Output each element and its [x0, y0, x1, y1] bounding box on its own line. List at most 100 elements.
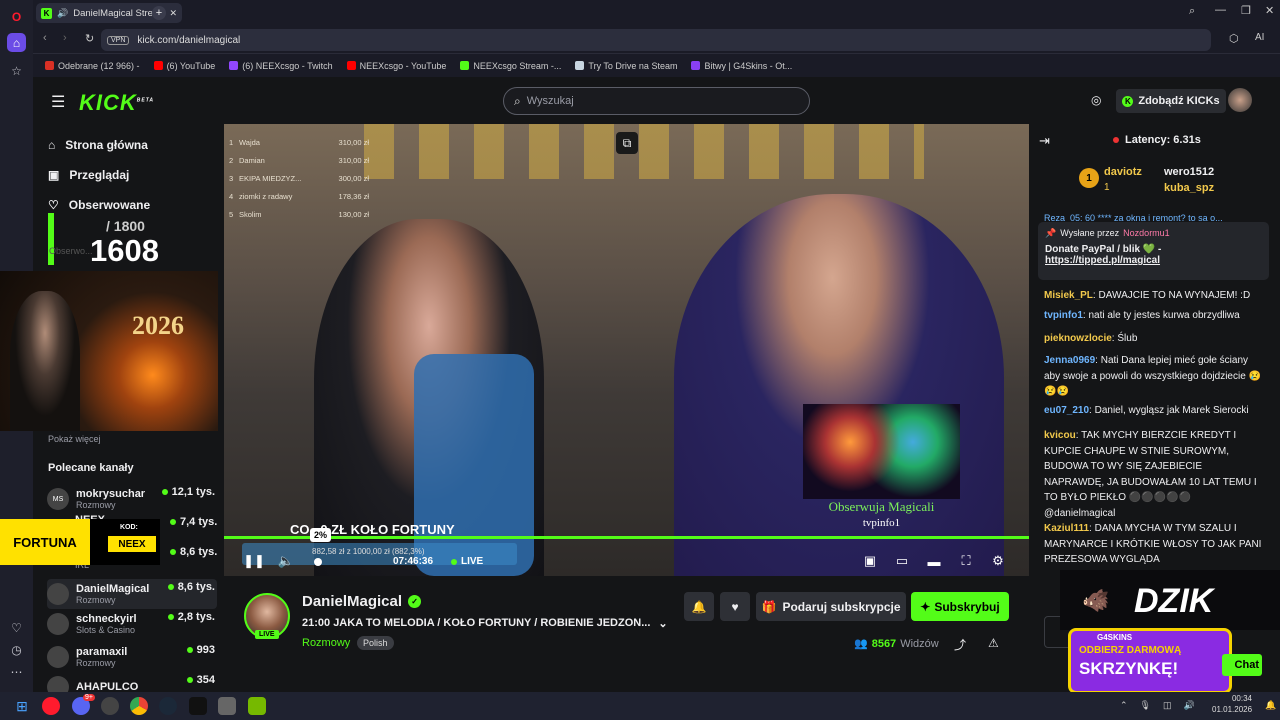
app-taskbar-icon[interactable]	[189, 697, 207, 715]
stream-progress-bar[interactable]	[224, 536, 1029, 539]
activity-icon[interactable]: ◎	[1091, 93, 1101, 107]
top-gifter-1[interactable]: daviotz	[1104, 166, 1142, 178]
theater-icon[interactable]: ▬	[926, 553, 942, 569]
bookmark-item[interactable]: NEEXcsgo - YouTube	[346, 61, 446, 71]
minimize-icon[interactable]: —	[1215, 4, 1226, 16]
channel-item[interactable]: schneckyirl Slots & Casino 2,8 tys.	[47, 609, 217, 639]
user-avatar[interactable]	[1228, 88, 1252, 112]
volume-icon[interactable]: 🔈	[278, 553, 294, 569]
bookmark-item[interactable]: Try To Drive na Steam	[575, 61, 677, 71]
bookmark-item[interactable]: Odebrane (12 966) -	[45, 61, 140, 71]
chat-username[interactable]: tvpinfo1	[1044, 310, 1083, 321]
reload-icon[interactable]: ↻	[85, 32, 94, 45]
share-icon[interactable]: ⤴	[954, 636, 966, 653]
forward-icon[interactable]: ›	[63, 32, 67, 44]
pip-icon[interactable]: ▣	[862, 553, 878, 569]
close-window-icon[interactable]: ✕	[1265, 4, 1274, 17]
top-gifter-3[interactable]: kuba_spz	[1164, 182, 1214, 194]
menu-icon[interactable]: ☰	[51, 92, 65, 112]
report-icon[interactable]: ⚠	[988, 636, 999, 650]
chat-username[interactable]: Jenna0969	[1044, 355, 1095, 366]
chat-send-button[interactable]: Chat	[1222, 654, 1262, 676]
collapse-chat-icon[interactable]: ⇥	[1039, 133, 1050, 149]
video-player[interactable]: 1 Wajda 310,00 zł 2 Damian 310,00 zł 3 EKIPA MI…	[224, 124, 1029, 576]
ai-button[interactable]: AI	[1255, 32, 1264, 43]
channel-name-row[interactable]: DanielMagical ✓	[302, 593, 422, 610]
network-icon: ◫	[1162, 700, 1172, 710]
channel-item[interactable]: paramaxil Rozmowy 993	[47, 642, 217, 672]
cast-icon[interactable]: ▭	[894, 553, 910, 569]
nav-home[interactable]: ⌂ Strona główna	[48, 138, 148, 152]
pinned-message[interactable]: 📌 Wysłane przez Nozdormu1 Donate PayPal / …	[1038, 222, 1269, 280]
bookmark-label: Odebrane (12 966) -	[58, 60, 140, 71]
chrome-taskbar-icon[interactable]	[130, 697, 148, 715]
search-placeholder: Wyszukaj	[526, 95, 574, 107]
pause-icon[interactable]: ❚❚	[243, 553, 265, 569]
windows-start-icon[interactable]: ⊞	[13, 697, 31, 715]
chat-username[interactable]: Kaziul111	[1044, 523, 1089, 534]
extensions-icon[interactable]: ⬡	[1229, 32, 1239, 45]
back-icon[interactable]: ‹	[43, 32, 47, 44]
pinned-link[interactable]: https://tipped.pl/magical	[1045, 255, 1262, 266]
follow-heart-button[interactable]: ♥	[720, 592, 750, 621]
home-workspace-icon[interactable]: ⌂	[7, 33, 26, 52]
search-tabs-icon[interactable]: ⌕	[1189, 5, 1195, 18]
chat-username[interactable]: eu07_210	[1044, 405, 1089, 416]
live-indicator[interactable]: LIVE	[451, 556, 483, 567]
star-icon[interactable]: ☆	[7, 61, 26, 80]
leaderboard-row: 5 Skolim 130,00 zł	[229, 206, 369, 224]
chat-username[interactable]: pieknowzlocie	[1044, 333, 1112, 344]
nav-browse[interactable]: ▣ Przeglądaj	[48, 168, 129, 182]
stream-category[interactable]: Rozmowy	[302, 637, 350, 649]
heart-icon[interactable]: ♡	[7, 618, 26, 637]
show-more-link[interactable]: Pokaż więcej	[48, 434, 101, 444]
fortuna-promo[interactable]: FORTUNA KOD: NEEX	[0, 519, 160, 565]
tray-icons[interactable]: ⌃ 🎙 ◫ 🔊	[1120, 700, 1195, 711]
chat-username[interactable]: kvicou	[1044, 430, 1076, 441]
channel-category: Rozmowy	[76, 595, 116, 605]
top-gifter-2[interactable]: wero1512	[1164, 166, 1214, 178]
notifications-button[interactable]: 🔔	[684, 592, 714, 621]
popout-icon[interactable]: ⧉	[616, 132, 638, 154]
search-input[interactable]: ⌕ Wyszukaj	[503, 87, 810, 115]
kick-logo[interactable]: KICKBETA	[79, 90, 154, 116]
opera-logo-icon[interactable]: O	[7, 7, 26, 26]
history-icon[interactable]: ◷	[7, 640, 26, 659]
chat-username[interactable]: Misiek_PL	[1044, 290, 1093, 301]
close-tab-icon[interactable]: ✕	[169, 8, 177, 19]
opera-taskbar-icon[interactable]	[42, 697, 60, 715]
language-tag[interactable]: Polish	[357, 636, 394, 650]
restore-icon[interactable]: ❐	[1241, 4, 1251, 17]
bookmark-item[interactable]: NEEXcsgo Stream -...	[460, 61, 561, 71]
bookmark-icon	[691, 61, 701, 70]
expand-title-icon[interactable]: ⌄	[658, 617, 667, 630]
url-field[interactable]: VPN kick.com/danielmagical	[101, 29, 1211, 51]
notifications-icon[interactable]: 🔔	[1265, 700, 1276, 711]
fullscreen-icon[interactable]: ⛶	[958, 553, 974, 569]
nvidia-taskbar-icon[interactable]	[248, 697, 266, 715]
gift-sub-button[interactable]: 🎁 Podaruj subskrypcje	[756, 592, 906, 621]
new-tab-button[interactable]: +	[152, 6, 166, 20]
obs-taskbar-icon[interactable]	[101, 697, 119, 715]
vpn-badge[interactable]: VPN	[107, 35, 130, 45]
follow-alert: Obserwuja Magicali tvpinfo1	[803, 499, 960, 531]
chat-message: Misiek_PL: DAWAJCIE TO NA WYNAJEM! :D	[1044, 288, 1264, 304]
settings-taskbar-icon[interactable]	[218, 697, 236, 715]
subscribe-button[interactable]: ✦ Subskrybuj	[911, 592, 1009, 621]
bookmark-label: (6) NEEXcsgo - Twitch	[242, 60, 333, 71]
volume-slider[interactable]	[314, 558, 322, 566]
home-icon: ⌂	[48, 138, 56, 152]
dzik-promo[interactable]: 🐗 DZIK G4SKINS ODBIERZ DARMOWĄ SKRZYNKĘ!…	[1060, 570, 1280, 694]
channel-item[interactable]: DanielMagical Rozmowy 8,6 tys.	[47, 579, 217, 609]
channel-item[interactable]: MS mokrysuchar Rozmowy 12,1 tys.	[47, 484, 217, 514]
settings-icon[interactable]: ⚙	[990, 553, 1006, 569]
clock-time: 00:34	[1231, 694, 1252, 703]
nav-following[interactable]: ♡ Obserwowane	[48, 198, 150, 212]
bookmark-item[interactable]: (6) NEEXcsgo - Twitch	[229, 60, 333, 71]
live-dot-icon	[186, 647, 193, 653]
bookmark-item[interactable]: (6) YouTube	[153, 61, 215, 71]
bookmark-item[interactable]: Bitwy | G4Skins - Ot...	[691, 61, 792, 71]
more-icon[interactable]: ⋯	[7, 662, 26, 681]
get-kicks-button[interactable]: K Zdobądź KICKs	[1116, 89, 1226, 113]
steam-taskbar-icon[interactable]	[159, 697, 177, 715]
